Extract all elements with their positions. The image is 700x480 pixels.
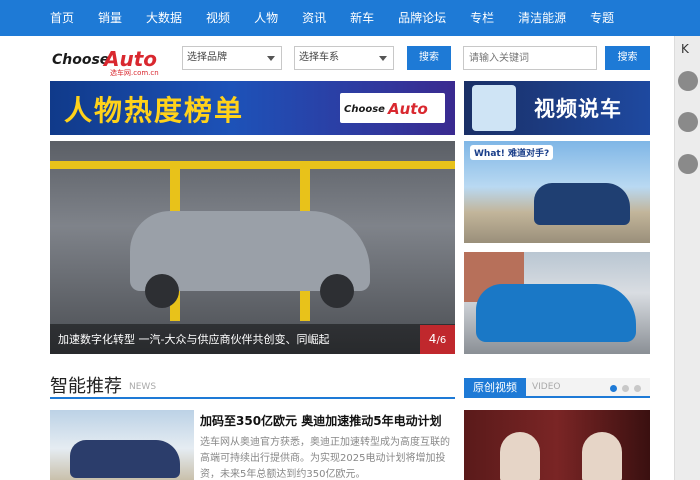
site-logo[interactable]: Choose Auto 选车网.com.cn (50, 42, 168, 76)
carousel-dot[interactable] (634, 385, 641, 392)
person (582, 432, 622, 480)
frame-beam (50, 161, 455, 169)
right-sidebar: K (674, 36, 700, 480)
nav-item-column[interactable]: 专栏 (458, 0, 506, 36)
section-en-video: VIDEO (532, 382, 561, 392)
nav-item-forum[interactable]: 品牌论坛 (386, 0, 458, 36)
wrench-icon[interactable] (678, 154, 698, 174)
nav-item-sales[interactable]: 销量 (86, 0, 134, 36)
news-title[interactable]: 加码至350亿欧元 奥迪加速推动5年电动计划 (200, 412, 442, 429)
chevron-down-icon (267, 56, 275, 61)
host-avatar (472, 85, 516, 131)
video-talk-banner[interactable]: 视频说车 (464, 81, 650, 135)
nav-item-people[interactable]: 人物 (242, 0, 290, 36)
news-car (70, 440, 180, 478)
thumb-shooting-brake[interactable] (464, 252, 650, 354)
brand-select[interactable]: 选择品牌 (182, 46, 282, 70)
svg-text:Choose: Choose (344, 104, 385, 115)
banner-video-title: 视频说车 (534, 97, 622, 121)
nav-item-home[interactable]: 首页 (0, 0, 86, 36)
section-title-smart: 智能推荐 (50, 376, 122, 397)
keyword-search-button[interactable]: 搜索 (605, 46, 650, 70)
search-button[interactable]: 搜索 (407, 46, 451, 70)
keyword-input[interactable] (463, 46, 597, 70)
logo-text-auto: Auto (102, 47, 157, 71)
wheel (320, 274, 354, 308)
section-en-news: NEWS (129, 382, 157, 392)
section-divider (50, 397, 455, 399)
slide-pager[interactable]: 4/6 (420, 325, 455, 354)
video-section-head: 原创视频 VIDEO (464, 378, 650, 398)
banner-title: 人物热度榜单 (64, 94, 245, 127)
hero-caption-bar: 加速数字化转型 一汽-大众与供应商伙伴共创变、同崛起 (50, 324, 455, 354)
nav-item-news[interactable]: 资讯 (290, 0, 338, 36)
thumb-car (476, 284, 636, 342)
nav-item-bigdata[interactable]: 大数据 (134, 0, 194, 36)
nav-item-newcar[interactable]: 新车 (338, 0, 386, 36)
carousel-dot[interactable] (610, 385, 617, 392)
hero-caption[interactable]: 加速数字化转型 一汽-大众与供应商伙伴共创变、同崛起 (58, 331, 329, 347)
svg-text:Auto: Auto (387, 100, 428, 118)
banner-logo: Choose Auto (340, 93, 445, 123)
user-icon[interactable] (678, 71, 698, 91)
logo-text-sub: 选车网.com.cn (110, 68, 159, 76)
carousel-dot[interactable] (622, 385, 629, 392)
top-nav: 首页 销量 大数据 视频 人物 资讯 新车 品牌论坛 专栏 清洁能源 专题 (0, 0, 700, 36)
chevron-down-icon (379, 56, 387, 61)
series-select[interactable]: 选择车系 (294, 46, 394, 70)
thumb-suv-review[interactable]: What! 难道对手? (464, 141, 650, 243)
logo-text-choose: Choose (52, 52, 109, 68)
news-image[interactable] (50, 410, 194, 480)
people-ranking-banner[interactable]: 人物热度榜单 Choose Auto (50, 81, 455, 135)
wheel (145, 274, 179, 308)
nav-item-clean-energy[interactable]: 清洁能源 (506, 0, 578, 36)
tab-original-video[interactable]: 原创视频 (464, 378, 526, 398)
nav-item-video[interactable]: 视频 (194, 0, 242, 36)
thumb-bubble: What! 难道对手? (470, 145, 554, 160)
page: 首页 销量 大数据 视频 人物 资讯 新车 品牌论坛 专栏 清洁能源 专题 Ch… (0, 0, 700, 480)
car-icon[interactable] (678, 112, 698, 132)
person (500, 432, 540, 480)
nav-item-topics[interactable]: 专题 (578, 0, 626, 36)
hero-slider[interactable]: 加速数字化转型 一汽-大众与供应商伙伴共创变、同崛起 (50, 141, 455, 354)
collapse-icon[interactable]: K (681, 42, 689, 56)
video-thumb[interactable] (464, 410, 650, 480)
news-desc: 选车网从奥迪官方获悉，奥迪正加速转型成为高度互联的高端可持续出行提供商。为实现2… (200, 437, 450, 480)
thumb-car (534, 183, 630, 225)
